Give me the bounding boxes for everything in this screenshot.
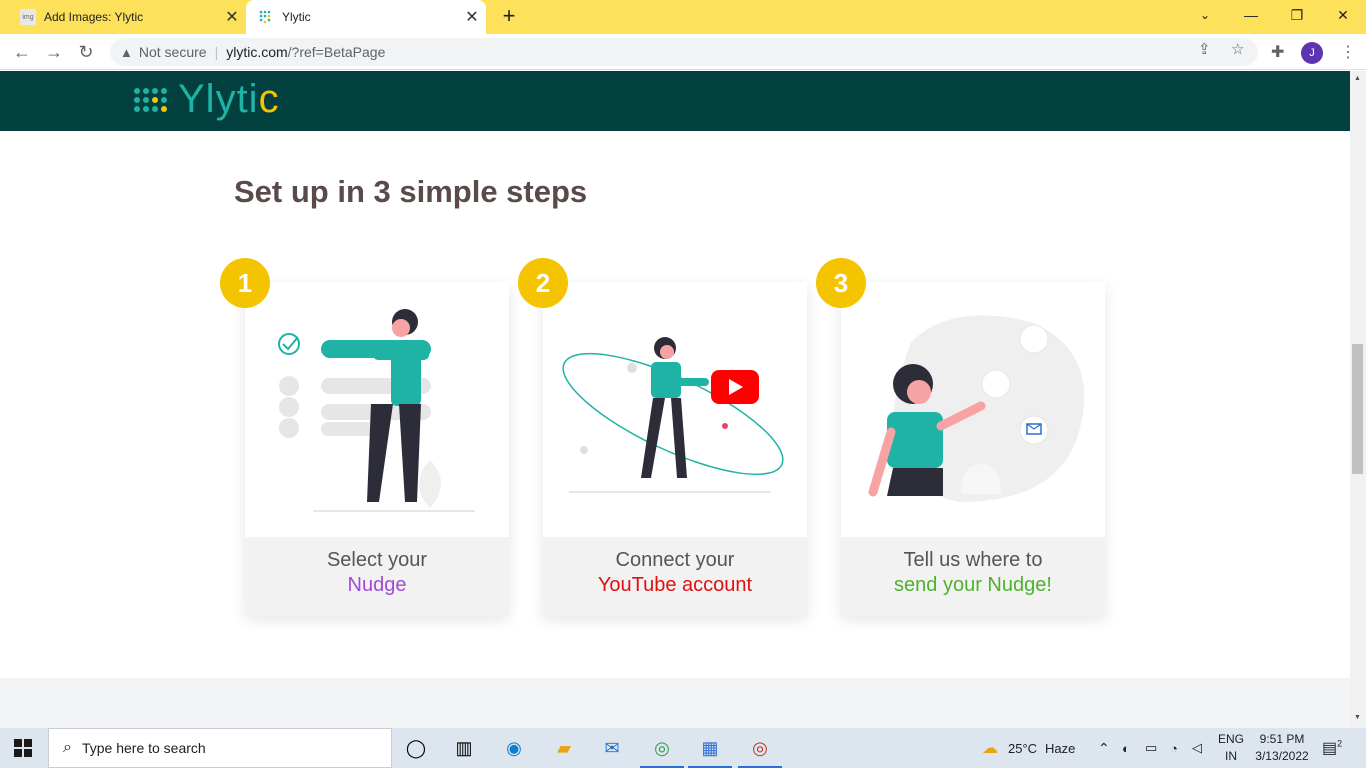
tab-title: Ylytic	[282, 10, 311, 24]
scroll-up-icon[interactable]: ▲	[1354, 75, 1361, 82]
clock-time: 9:51 PM	[1259, 732, 1305, 746]
address-bar[interactable]: ▲ Not secure | ylytic.com/?ref=BetaPage	[110, 38, 1258, 66]
security-label[interactable]: Not secure	[139, 44, 207, 60]
url-path: /?ref=BetaPage	[287, 44, 386, 60]
app-window-icon[interactable]: ▦	[688, 734, 732, 768]
step-1-badge: 1	[220, 258, 270, 308]
file-explorer-icon[interactable]: ▰	[550, 734, 578, 762]
site-header: Ylytic	[0, 71, 1350, 131]
warning-icon: ▲	[120, 44, 133, 60]
edge-icon[interactable]: ◉	[500, 734, 528, 762]
cortana-icon[interactable]: ◯	[402, 734, 430, 762]
ylytic-favicon-icon	[258, 9, 274, 25]
omnibox-divider: |	[214, 44, 219, 60]
notification-center-icon[interactable]: ▤2	[1322, 738, 1342, 758]
section-title: Set up in 3 simple steps	[234, 174, 588, 209]
step-2-badge: 2	[518, 258, 568, 308]
logo-text: Ylytic	[178, 77, 280, 121]
url-text[interactable]: ylytic.com/?ref=BetaPage	[226, 44, 385, 60]
step-2-illustration	[543, 282, 807, 537]
tray-chevron-icon[interactable]: ⌃	[1098, 728, 1110, 768]
windows-taskbar: ⌕ Type here to search ◯ ▥ ◉ ▰ ✉ ◎ ▦ ◎ ☁ …	[0, 728, 1366, 768]
windows-start-icon[interactable]	[14, 739, 32, 757]
tab-strip: img Add Images: Ylytic ✕ Ylytic ✕ + ⌄ — …	[0, 0, 1366, 34]
taskbar-search-box[interactable]: ⌕ Type here to search	[48, 728, 392, 768]
mail-icon[interactable]: ✉	[598, 734, 626, 762]
step-3-line1: Tell us where to	[903, 549, 1043, 571]
menu-kebab-icon[interactable]: ⋮	[1340, 42, 1356, 62]
step-1-caption: Select your Nudge	[245, 548, 509, 598]
volume-icon[interactable]: ◁	[1192, 728, 1202, 768]
meet-now-icon[interactable]: ◐	[1122, 728, 1130, 768]
page-scrollbar[interactable]: ▲ ▼	[1350, 71, 1366, 728]
logo-dots-icon	[134, 82, 172, 118]
tab-ylytic[interactable]: Ylytic ✕	[246, 0, 486, 34]
forward-icon[interactable]: →	[42, 40, 66, 64]
wifi-icon[interactable]: ◔	[1170, 728, 1178, 768]
system-clock[interactable]: 9:51 PM 3/13/2022	[1252, 731, 1312, 765]
step-1-line1: Select your	[326, 549, 428, 571]
minimize-icon[interactable]: —	[1228, 0, 1274, 30]
step-3-caption: Tell us where to send your Nudge!	[841, 548, 1105, 598]
weather-temp: 25°C	[1008, 740, 1038, 756]
share-icon[interactable]: ⇪	[1198, 40, 1211, 58]
scroll-down-icon[interactable]: ▼	[1354, 714, 1361, 721]
browser-toolbar: ← → ↻ ▲ Not secure | ylytic.com/?ref=Bet…	[0, 34, 1366, 70]
weather-haze-icon: ☁	[982, 740, 998, 757]
page-viewport: Ylytic Set up in 3 simple steps Select y…	[0, 71, 1350, 728]
step-2-highlight: YouTube account	[597, 574, 753, 596]
task-view-icon[interactable]: ▥	[450, 734, 478, 762]
step-1-highlight: Nudge	[347, 574, 407, 596]
step-3-highlight: send your Nudge!	[894, 574, 1052, 596]
step-1-illustration	[245, 282, 509, 537]
step-3-illustration	[841, 282, 1105, 537]
weather-desc: Haze	[1045, 740, 1076, 756]
chrome-icon[interactable]: ◎	[640, 734, 684, 768]
lang-code: ENG	[1217, 732, 1244, 746]
step-3-badge: 3	[816, 258, 866, 308]
notification-count: 2	[1337, 738, 1343, 749]
bookmark-star-icon[interactable]: ☆	[1231, 40, 1244, 58]
scrollbar-thumb[interactable]	[1352, 344, 1363, 474]
url-host: ylytic.com	[226, 44, 288, 60]
step-card-2: Connect your YouTube account	[543, 282, 807, 616]
search-icon: ⌕	[63, 739, 72, 756]
tab-close-icon[interactable]: ✕	[218, 7, 246, 27]
battery-icon[interactable]: ▭	[1145, 728, 1157, 768]
step-card-1: Select your Nudge	[245, 282, 509, 616]
tab-title: Add Images: Ylytic	[44, 10, 144, 24]
step-2-line1: Connect your	[615, 549, 735, 571]
window-close-icon[interactable]: ✕	[1320, 0, 1366, 30]
language-indicator[interactable]: ENG IN	[1214, 731, 1248, 765]
tab-close-icon[interactable]: ✕	[458, 7, 486, 27]
extensions-puzzle-icon[interactable]: ✚	[1271, 42, 1284, 62]
clock-date: 3/13/2022	[1255, 749, 1309, 763]
reload-icon[interactable]: ↻	[74, 40, 98, 64]
tab-search-chevron-icon[interactable]: ⌄	[1182, 0, 1228, 30]
profile-avatar[interactable]: J	[1301, 42, 1323, 64]
new-tab-button[interactable]: +	[496, 4, 522, 30]
step-2-caption: Connect your YouTube account	[543, 548, 807, 598]
search-placeholder: Type here to search	[81, 740, 206, 756]
next-section-band	[0, 678, 1350, 728]
region-code: IN	[1225, 749, 1237, 763]
restore-icon[interactable]: ❐	[1274, 0, 1320, 30]
step-card-3: Tell us where to send your Nudge!	[841, 282, 1105, 616]
tab-favicon-icon: img	[20, 9, 36, 25]
chrome-profile-icon[interactable]: ◎	[738, 734, 782, 768]
weather-widget[interactable]: ☁ 25°C Haze	[982, 728, 1075, 768]
tab-add-images[interactable]: img Add Images: Ylytic ✕	[8, 0, 246, 34]
ylytic-logo[interactable]: Ylytic	[134, 77, 280, 122]
back-icon[interactable]: ←	[10, 40, 34, 64]
